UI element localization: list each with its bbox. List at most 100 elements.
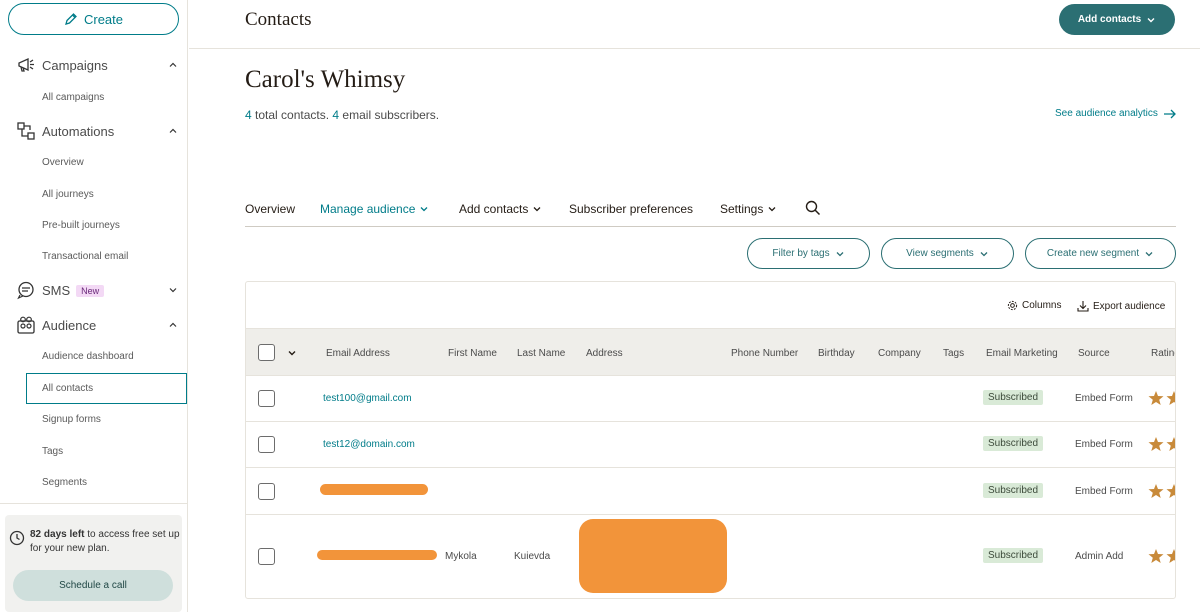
tab-overview[interactable]: Overview bbox=[245, 202, 295, 216]
gear-icon bbox=[1007, 300, 1018, 311]
nav-automations[interactable]: Automations bbox=[0, 121, 188, 143]
star-icon bbox=[1166, 391, 1175, 405]
tab-settings[interactable]: Settings bbox=[720, 202, 777, 216]
header-tags[interactable]: Tags bbox=[943, 348, 964, 359]
row-checkbox[interactable] bbox=[258, 483, 275, 500]
create-button[interactable]: Create bbox=[8, 3, 179, 35]
total-contacts-text: total contacts. bbox=[251, 108, 333, 122]
rating-stars bbox=[1148, 548, 1175, 564]
header-phone-number[interactable]: Phone Number bbox=[731, 348, 798, 359]
export-label: Export audience bbox=[1093, 300, 1166, 312]
nav-tags[interactable]: Tags bbox=[42, 446, 63, 457]
row-first-name: Mykola bbox=[445, 551, 477, 562]
nav-all-contacts[interactable]: All contacts bbox=[26, 373, 187, 404]
redacted-email bbox=[317, 550, 437, 560]
chat-icon bbox=[17, 281, 34, 300]
nav-transactional-email[interactable]: Transactional email bbox=[42, 251, 128, 262]
page-title: Contacts bbox=[245, 9, 312, 30]
chevron-up-icon bbox=[169, 62, 177, 67]
nav-prebuilt-journeys[interactable]: Pre-built journeys bbox=[42, 220, 120, 231]
table-row: Mykola Kuievda Subscribed Admin Add bbox=[246, 514, 1175, 598]
tab-overview-label: Overview bbox=[245, 202, 296, 216]
clock-icon bbox=[9, 530, 25, 546]
row-source: Embed Form bbox=[1075, 486, 1133, 497]
create-segment-label: Create new segment bbox=[1046, 248, 1140, 259]
promo-text: 82 days left to access free set up for y… bbox=[30, 528, 180, 556]
row-email[interactable]: test12@domain.com bbox=[323, 439, 415, 450]
table-row: test12@domain.com Subscribed Embed Form bbox=[246, 421, 1175, 467]
chevron-down-icon[interactable] bbox=[287, 348, 297, 358]
view-segments-button[interactable]: View segments bbox=[881, 238, 1014, 269]
columns-button[interactable]: Columns bbox=[1007, 300, 1061, 311]
status-badge: Subscribed bbox=[983, 390, 1044, 405]
header-company[interactable]: Company bbox=[878, 348, 921, 359]
row-source: Embed Form bbox=[1075, 439, 1133, 450]
header-rating[interactable]: Rating bbox=[1151, 348, 1175, 359]
star-icon bbox=[1148, 437, 1164, 451]
filter-by-tags-button[interactable]: Filter by tags bbox=[747, 238, 870, 269]
export-audience-button[interactable]: Export audience bbox=[1077, 300, 1165, 312]
row-source: Embed Form bbox=[1075, 393, 1133, 404]
sidebar-divider bbox=[0, 503, 188, 504]
add-contacts-button[interactable]: Add contacts bbox=[1059, 4, 1175, 35]
view-segments-label: View segments bbox=[906, 248, 974, 259]
create-segment-button[interactable]: Create new segment bbox=[1025, 238, 1176, 269]
nav-signup-forms[interactable]: Signup forms bbox=[42, 414, 101, 425]
status-badge: Subscribed bbox=[983, 436, 1044, 451]
tab-add-contacts[interactable]: Add contacts bbox=[459, 202, 542, 216]
redacted-address bbox=[579, 519, 727, 593]
table-header: Email Address First Name Last Name Addre… bbox=[246, 328, 1175, 375]
header-source[interactable]: Source bbox=[1078, 348, 1110, 359]
audience-analytics-link[interactable]: See audience analytics bbox=[1055, 108, 1177, 119]
star-icon bbox=[1166, 437, 1175, 451]
tab-subscriber-preferences[interactable]: Subscriber preferences bbox=[569, 202, 693, 216]
chevron-up-icon bbox=[169, 128, 177, 133]
nav-audience[interactable]: Audience bbox=[0, 315, 188, 337]
tab-add-contacts-label: Add contacts bbox=[459, 202, 529, 216]
flow-icon bbox=[17, 122, 35, 140]
star-icon bbox=[1148, 484, 1164, 498]
row-email[interactable]: test100@gmail.com bbox=[323, 393, 412, 404]
nav-campaigns[interactable]: Campaigns bbox=[0, 55, 188, 77]
chevron-down-icon bbox=[1147, 17, 1155, 22]
row-checkbox[interactable] bbox=[258, 548, 275, 565]
chevron-down-icon bbox=[533, 207, 541, 212]
header-last-name[interactable]: Last Name bbox=[517, 348, 565, 359]
tab-manage-audience[interactable]: Manage audience bbox=[320, 202, 429, 216]
audience-summary: 4 total contacts. 4 email subscribers. bbox=[245, 108, 439, 122]
rating-stars bbox=[1148, 436, 1175, 452]
table-toolbar: Columns Export audience bbox=[246, 282, 1175, 328]
chevron-down-icon bbox=[1145, 251, 1153, 256]
nav-all-journeys[interactable]: All journeys bbox=[42, 189, 94, 200]
nav-campaigns-label: Campaigns bbox=[42, 58, 108, 73]
nav-automations-label: Automations bbox=[42, 124, 115, 139]
header-email-marketing[interactable]: Email Marketing bbox=[986, 348, 1058, 359]
row-checkbox[interactable] bbox=[258, 436, 275, 453]
header-birthday[interactable]: Birthday bbox=[818, 348, 855, 359]
download-icon bbox=[1077, 301, 1089, 312]
audience-name: Carol's Whimsy bbox=[245, 66, 406, 93]
nav-sms[interactable]: SMS New bbox=[0, 280, 188, 302]
nav-audience-dashboard[interactable]: Audience dashboard bbox=[42, 351, 134, 362]
row-checkbox[interactable] bbox=[258, 390, 275, 407]
nav-all-campaigns[interactable]: All campaigns bbox=[42, 92, 104, 103]
select-all-checkbox[interactable] bbox=[258, 344, 275, 361]
chevron-down-icon bbox=[420, 207, 428, 212]
nav-overview[interactable]: Overview bbox=[42, 157, 84, 168]
arrow-right-icon bbox=[1163, 109, 1176, 118]
star-icon bbox=[1148, 391, 1164, 405]
total-contacts-count[interactable]: 4 bbox=[245, 108, 252, 122]
status-badge: Subscribed bbox=[983, 483, 1044, 498]
star-icon bbox=[1166, 549, 1175, 563]
contacts-table: Columns Export audience Email Address Fi… bbox=[245, 281, 1176, 599]
header-email-address[interactable]: Email Address bbox=[326, 348, 390, 359]
header-first-name[interactable]: First Name bbox=[448, 348, 497, 359]
nav-sms-label: SMS New bbox=[42, 283, 105, 298]
header-address[interactable]: Address bbox=[586, 348, 623, 359]
nav-segments[interactable]: Segments bbox=[42, 477, 87, 488]
pencil-icon bbox=[65, 13, 77, 25]
search-icon[interactable] bbox=[805, 200, 821, 216]
redacted-email bbox=[320, 484, 428, 495]
sidebar: Create Campaigns All campaigns Automatio… bbox=[0, 0, 188, 612]
schedule-call-button[interactable]: Schedule a call bbox=[13, 570, 173, 601]
